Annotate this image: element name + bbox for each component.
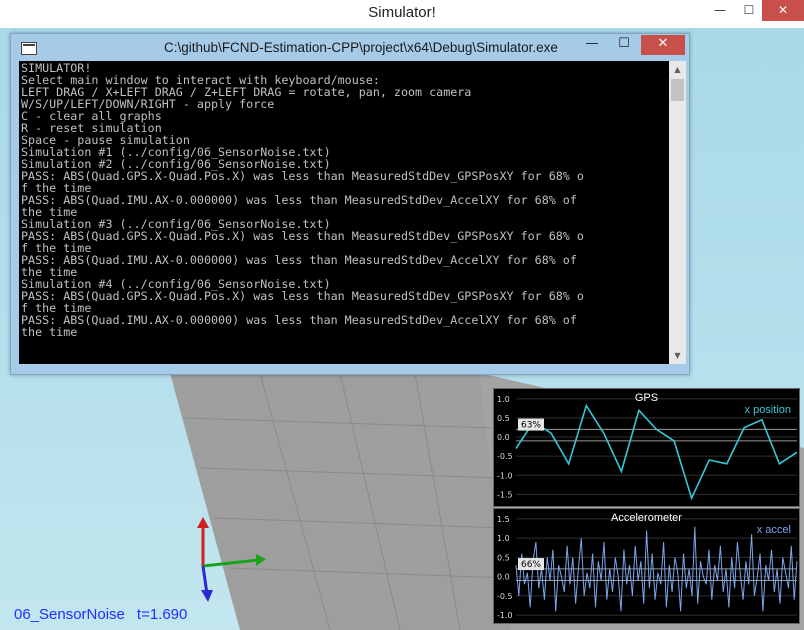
console-title: C:\github\FCND-Estimation-CPP\project\x6… xyxy=(164,40,558,55)
y-tick-label: -0.5 xyxy=(497,592,513,601)
console-close-button[interactable]: ✕ xyxy=(641,35,685,55)
gps-graph-panel[interactable]: 1.0 0.5 0.0 -0.5 -1.0 -1.5 GPS x position 63% xyxy=(493,388,800,507)
main-window-titlebar: Simulator! — ☐ ✕ xyxy=(0,0,804,29)
y-tick-label: 0.5 xyxy=(497,414,510,423)
console-line: PASS: ABS(Quad.GPS.X-Quad.Pos.X) was les… xyxy=(21,229,584,243)
percent-badge-label: 66% xyxy=(521,560,541,570)
chart-title: Accelerometer xyxy=(611,512,682,524)
sim-time: t=1.690 xyxy=(136,606,188,623)
scrollbar-thumb[interactable] xyxy=(671,79,684,101)
chart-title: GPS xyxy=(635,392,658,404)
console-maximize-button[interactable]: ☐ xyxy=(609,35,639,55)
legend-label: x accel xyxy=(757,524,791,536)
y-tick-label: 1.0 xyxy=(497,395,510,404)
status-bar: 06_SensorNoise t=1.690 xyxy=(14,606,199,623)
console-app-icon xyxy=(21,42,37,55)
console-line: PASS: ABS(Quad.IMU.AX-0.000000) was less… xyxy=(21,193,577,207)
chart-svg: 1.0 0.5 0.0 -0.5 -1.0 -1.5 GPS x position 63% xyxy=(497,392,798,501)
y-tick-label: 1.5 xyxy=(497,515,510,524)
chart-svg: 1.5 1.0 0.5 0.0 -0.5 -1.0 Accelerometer x accel… xyxy=(497,512,798,620)
console-minimize-button[interactable]: — xyxy=(577,35,607,55)
scenario-name: 06_SensorNoise xyxy=(14,606,125,623)
y-tick-label: -0.5 xyxy=(497,452,513,461)
close-button[interactable]: ✕ xyxy=(762,0,804,21)
legend-label: x position xyxy=(745,404,791,416)
console-text: SIMULATOR! Select main window to interact… xyxy=(19,61,669,338)
main-window-title: Simulator! xyxy=(368,4,436,21)
maximize-button[interactable]: ☐ xyxy=(735,0,763,21)
console-line: PASS: ABS(Quad.GPS.X-Quad.Pos.X) was les… xyxy=(21,169,584,183)
minimize-button[interactable]: — xyxy=(706,0,734,21)
scroll-down-arrow-icon[interactable]: ▼ xyxy=(669,347,686,364)
console-line: PASS: ABS(Quad.GPS.X-Quad.Pos.X) was les… xyxy=(21,289,584,303)
scroll-up-arrow-icon[interactable]: ▲ xyxy=(669,61,686,78)
y-tick-label: 1.0 xyxy=(497,534,510,543)
console-line: the time xyxy=(21,325,78,339)
y-tick-label: 0.0 xyxy=(497,573,510,582)
y-tick-label: -1.0 xyxy=(497,471,513,480)
console-window[interactable]: C:\github\FCND-Estimation-CPP\project\x6… xyxy=(10,33,690,375)
y-tick-label: 0.5 xyxy=(497,553,510,562)
console-line: PASS: ABS(Quad.IMU.AX-0.000000) was less… xyxy=(21,253,577,267)
console-output[interactable]: SIMULATOR! Select main window to interact… xyxy=(19,61,669,364)
series-line xyxy=(515,403,798,501)
y-tick-label: -1.5 xyxy=(497,490,513,499)
y-tick-label: -1.0 xyxy=(497,611,513,620)
console-scrollbar[interactable]: ▲ ▼ xyxy=(669,61,686,364)
y-tick-label: 0.0 xyxy=(497,433,510,442)
console-line: PASS: ABS(Quad.IMU.AX-0.000000) was less… xyxy=(21,313,577,327)
accelerometer-graph-panel[interactable]: 1.5 1.0 0.5 0.0 -0.5 -1.0 Accelerometer x accel… xyxy=(493,508,800,624)
console-titlebar[interactable]: C:\github\FCND-Estimation-CPP\project\x6… xyxy=(11,34,689,61)
percent-badge-label: 63% xyxy=(521,421,541,431)
